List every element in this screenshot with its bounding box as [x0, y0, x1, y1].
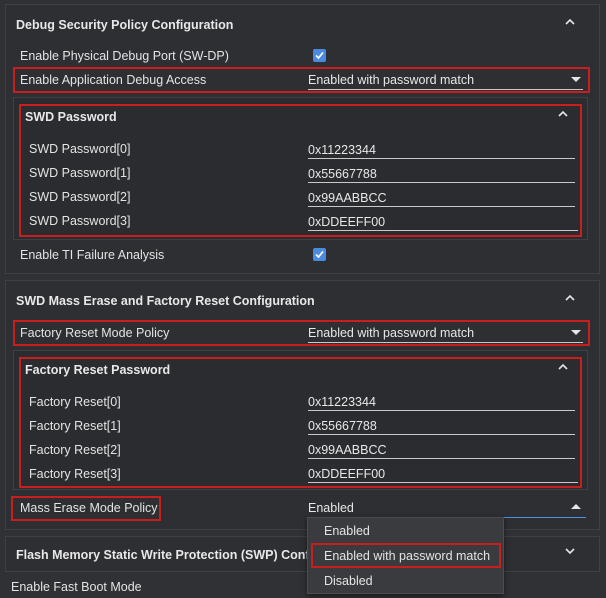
chevron-up-icon[interactable] [571, 504, 581, 509]
factory-reset-password-title: Factory Reset Password [25, 363, 171, 377]
app-debug-access-select[interactable]: Enabled with password match [308, 73, 583, 90]
swd-password-1-input[interactable]: 0x55667788 [308, 167, 575, 183]
factory-reset-policy-select[interactable]: Enabled with password match [308, 326, 583, 343]
swd-password-2-label: SWD Password[2] [29, 190, 131, 204]
chevron-up-icon[interactable] [565, 18, 575, 26]
chevron-down-icon[interactable] [571, 77, 581, 82]
mass-erase-policy-label: Mass Erase Mode Policy [20, 501, 158, 515]
factory-reset-policy-label: Factory Reset Mode Policy [20, 326, 170, 340]
dropdown-option-enabled-password[interactable]: Enabled with password match [324, 549, 490, 563]
physical-debug-port-label: Enable Physical Debug Port (SW-DP) [20, 49, 229, 63]
factory-reset-2-label: Factory Reset[2] [29, 443, 121, 457]
swp-section-title: Flash Memory Static Write Protection (SW… [16, 548, 308, 562]
chevron-up-icon[interactable] [558, 110, 568, 118]
swd-password-1-label: SWD Password[1] [29, 166, 131, 180]
swd-password-0-input[interactable]: 0x11223344 [308, 143, 575, 159]
dropdown-option-disabled[interactable]: Disabled [324, 574, 373, 588]
ti-failure-analysis-label: Enable TI Failure Analysis [20, 248, 165, 262]
chevron-up-icon[interactable] [565, 294, 575, 302]
mass-erase-dropdown-menu: Enabled Enabled with password match Disa… [307, 517, 504, 594]
swd-password-title: SWD Password [25, 110, 117, 124]
ti-failure-analysis-checkbox[interactable] [313, 248, 326, 261]
factory-reset-1-input[interactable]: 0x55667788 [308, 419, 575, 435]
factory-reset-0-input[interactable]: 0x11223344 [308, 395, 575, 411]
factory-reset-0-label: Factory Reset[0] [29, 395, 121, 409]
swd-password-0-label: SWD Password[0] [29, 142, 131, 156]
mass-erase-policy-select[interactable]: Enabled [308, 501, 586, 518]
chevron-down-icon[interactable] [571, 330, 581, 335]
factory-reset-2-input[interactable]: 0x99AABBCC [308, 443, 575, 459]
app-debug-access-label: Enable Application Debug Access [20, 73, 207, 87]
factory-reset-3-input[interactable]: 0xDDEEFF00 [308, 467, 578, 483]
swd-password-3-input[interactable]: 0xDDEEFF00 [308, 215, 578, 231]
swd-password-2-input[interactable]: 0x99AABBCC [308, 191, 575, 207]
factory-reset-1-label: Factory Reset[1] [29, 419, 121, 433]
debug-section-title: Debug Security Policy Configuration [16, 18, 234, 32]
factory-reset-3-label: Factory Reset[3] [29, 467, 121, 481]
mass-erase-section-title: SWD Mass Erase and Factory Reset Configu… [16, 294, 315, 308]
dropdown-option-enabled[interactable]: Enabled [324, 524, 370, 538]
physical-debug-port-checkbox[interactable] [313, 49, 326, 62]
fast-boot-label: Enable Fast Boot Mode [11, 580, 142, 594]
swd-password-3-label: SWD Password[3] [29, 214, 131, 228]
chevron-down-icon[interactable] [565, 548, 575, 556]
chevron-up-icon[interactable] [558, 363, 568, 371]
